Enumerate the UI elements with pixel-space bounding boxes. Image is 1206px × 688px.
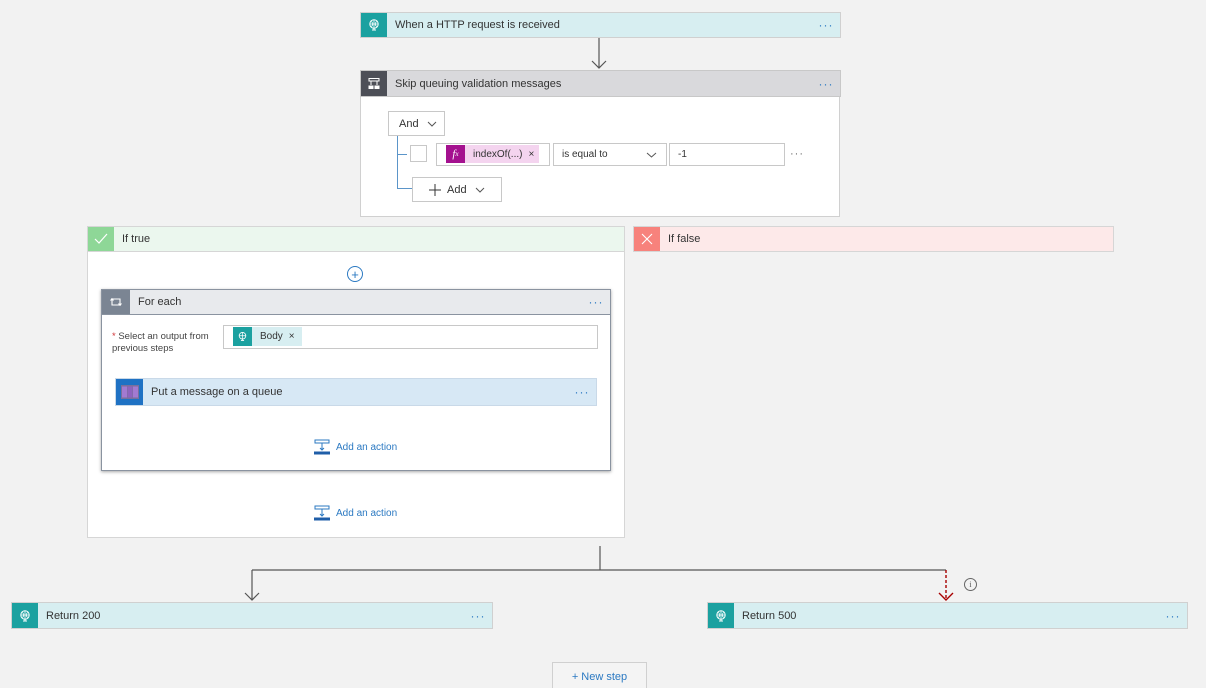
add-condition-label: Add bbox=[447, 183, 467, 196]
body-token-label: Body bbox=[260, 331, 283, 342]
http-globe-icon bbox=[233, 327, 252, 346]
expression-token-label: indexOf(...) bbox=[473, 148, 523, 160]
info-icon[interactable]: i bbox=[964, 578, 977, 591]
remove-token-button[interactable]: × bbox=[522, 149, 534, 160]
tree-line bbox=[397, 154, 407, 155]
return-200-more-button[interactable]: ··· bbox=[464, 609, 492, 623]
if-true-header[interactable]: If true bbox=[87, 226, 625, 252]
queue-action-more-button[interactable]: ··· bbox=[568, 385, 596, 399]
storage-queue-icon bbox=[116, 379, 143, 405]
check-icon bbox=[88, 227, 114, 251]
loop-icon bbox=[102, 290, 130, 314]
foreach-header[interactable]: For each ··· bbox=[101, 289, 611, 315]
remove-token-button[interactable]: × bbox=[283, 331, 295, 342]
new-step-button[interactable]: + New step bbox=[552, 662, 647, 688]
tree-line bbox=[397, 136, 398, 188]
row-select-checkbox[interactable] bbox=[410, 145, 427, 162]
operator-label: is equal to bbox=[562, 149, 608, 160]
trigger-title: When a HTTP request is received bbox=[395, 19, 560, 31]
group-operator-label: And bbox=[399, 117, 419, 130]
return-500-more-button[interactable]: ··· bbox=[1159, 609, 1187, 623]
http-globe-icon bbox=[361, 13, 387, 37]
add-action-label: Add an action bbox=[336, 441, 398, 453]
add-action-label: Add an action bbox=[336, 507, 398, 519]
add-action-in-branch-button[interactable]: Add an action bbox=[314, 505, 397, 521]
group-operator-dropdown[interactable]: And bbox=[388, 111, 445, 136]
if-false-header[interactable]: If false bbox=[633, 226, 1114, 252]
row-more-button[interactable]: ··· bbox=[790, 148, 804, 160]
return-200-card[interactable]: Return 200 ··· bbox=[11, 602, 493, 629]
if-true-label: If true bbox=[122, 233, 151, 245]
http-globe-icon bbox=[708, 603, 734, 628]
foreach-title: For each bbox=[138, 296, 182, 308]
condition-header[interactable]: Skip queuing validation messages ··· bbox=[360, 70, 841, 97]
queue-action-title: Put a message on a queue bbox=[151, 386, 283, 398]
chevron-down-icon bbox=[646, 152, 657, 158]
condition-value: -1 bbox=[678, 149, 687, 160]
chevron-down-icon bbox=[427, 121, 436, 127]
return-200-title: Return 200 bbox=[46, 609, 101, 622]
add-action-icon bbox=[314, 439, 330, 455]
fx-icon: fx bbox=[446, 145, 465, 163]
queue-action-card[interactable]: Put a message on a queue ··· bbox=[115, 378, 597, 406]
condition-title: Skip queuing validation messages bbox=[395, 77, 562, 90]
plus-icon bbox=[429, 183, 441, 196]
operator-dropdown[interactable]: is equal to bbox=[553, 143, 667, 166]
trigger-more-button[interactable]: ··· bbox=[812, 18, 840, 32]
condition-value-input[interactable]: -1 bbox=[669, 143, 785, 166]
foreach-more-button[interactable]: ··· bbox=[582, 295, 610, 309]
insert-step-button[interactable]: + bbox=[347, 266, 363, 282]
add-condition-button[interactable]: Add bbox=[412, 177, 502, 202]
tree-line bbox=[397, 188, 412, 189]
return-500-title: Return 500 bbox=[742, 609, 797, 622]
expression-token[interactable]: fx indexOf(...) × bbox=[446, 145, 539, 163]
add-action-in-loop-button[interactable]: Add an action bbox=[314, 439, 397, 455]
return-500-card[interactable]: Return 500 ··· bbox=[707, 602, 1188, 629]
if-false-label: If false bbox=[668, 233, 701, 245]
trigger-card[interactable]: When a HTTP request is received ··· bbox=[360, 12, 841, 38]
add-action-icon bbox=[314, 505, 330, 521]
x-icon bbox=[634, 227, 660, 251]
condition-icon bbox=[361, 71, 387, 96]
condition-more-button[interactable]: ··· bbox=[812, 77, 840, 91]
body-token[interactable]: Body × bbox=[233, 327, 302, 346]
select-output-label: * Select an output from previous steps bbox=[112, 331, 209, 354]
http-globe-icon bbox=[12, 603, 38, 628]
required-marker: * bbox=[112, 331, 116, 342]
chevron-down-icon bbox=[475, 187, 484, 193]
